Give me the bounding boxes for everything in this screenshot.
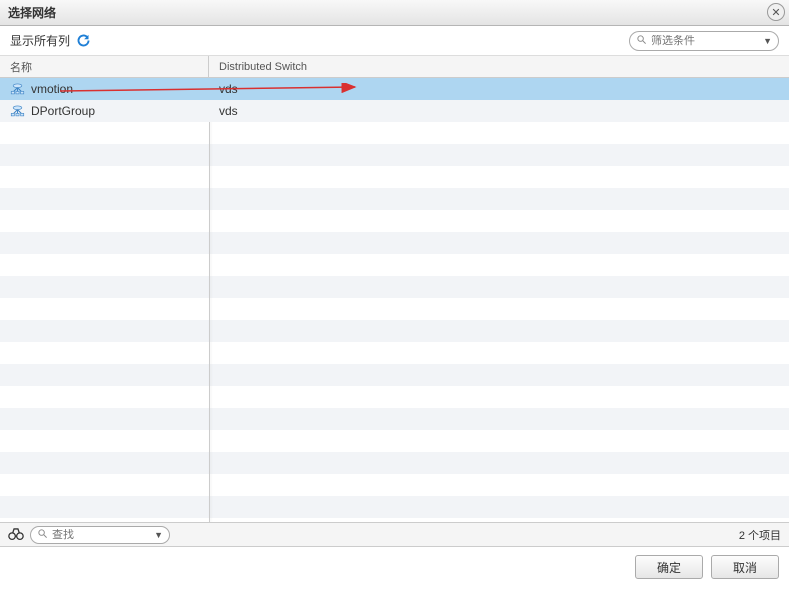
network-portgroup-icon [10,105,25,118]
filter-input[interactable] [651,35,759,47]
data-rows: vmotion vds DPortGroup vds [0,78,789,122]
close-button[interactable]: ✕ [767,3,785,21]
chevron-down-icon[interactable]: ▼ [763,36,772,46]
dialog-header: 选择网络 ✕ [0,0,789,26]
dialog-title: 选择网络 [8,4,56,21]
filter-box[interactable]: ▼ [629,31,779,51]
cell-name: DPortGroup [0,100,209,122]
footer-bar: ▼ 2 个项目 [0,523,789,547]
ok-button[interactable]: 确定 [635,555,703,579]
table-row[interactable]: DPortGroup vds [0,100,789,122]
show-all-columns-link[interactable]: 显示所有列 [10,32,70,49]
cancel-button[interactable]: 取消 [711,555,779,579]
footer-left: ▼ [8,526,170,544]
search-box[interactable]: ▼ [30,526,170,544]
row-name-text: vmotion [31,82,73,96]
table-row[interactable]: vmotion vds [0,78,789,100]
toolbar-left: 显示所有列 [10,32,91,49]
close-icon: ✕ [771,6,780,19]
cell-distributed-switch: vds [209,78,789,100]
refresh-icon[interactable] [76,33,91,48]
search-icon [37,528,48,542]
item-count: 2 个项目 [739,527,781,543]
table-header: 名称 Distributed Switch [0,56,789,78]
chevron-down-icon[interactable]: ▼ [154,530,163,540]
search-icon [636,34,647,48]
table-body: vmotion vds DPortGroup vds [0,78,789,523]
button-bar: 确定 取消 [0,547,789,587]
search-input[interactable] [52,529,150,541]
cell-name: vmotion [0,78,209,100]
toolbar: 显示所有列 ▼ [0,26,789,56]
binoculars-icon[interactable] [8,527,24,543]
network-portgroup-icon [10,83,25,96]
column-header-distributed-switch[interactable]: Distributed Switch [209,56,789,77]
column-header-name[interactable]: 名称 [0,56,209,77]
cell-distributed-switch: vds [209,100,789,122]
row-stripes [0,78,789,522]
row-name-text: DPortGroup [31,104,95,118]
